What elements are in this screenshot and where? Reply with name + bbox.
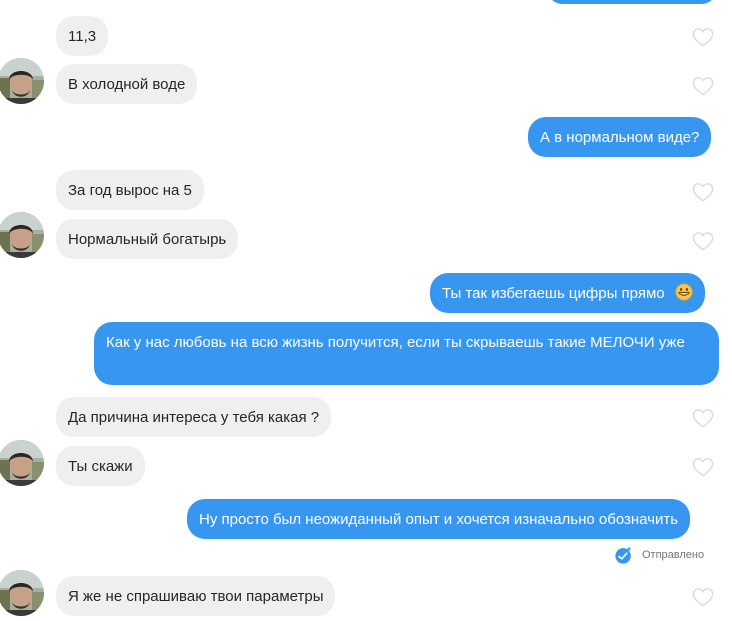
contact-avatar[interactable] — [0, 440, 44, 486]
status-label: Отправлено — [642, 549, 705, 561]
message-text: Да причина интереса у тебя какая ? — [68, 409, 320, 426]
heart-icon[interactable] — [692, 408, 714, 428]
message-text: Нормальный богатырь — [68, 231, 227, 248]
heart-icon[interactable] — [692, 457, 714, 477]
message-bubble-incoming[interactable]: Я же не спрашиваю твои параметры — [56, 576, 336, 616]
heart-icon[interactable] — [692, 587, 714, 607]
heart-icon[interactable] — [692, 182, 714, 202]
previous-message-bubble[interactable] — [546, 0, 718, 4]
message-text: В холодной воде — [68, 76, 186, 93]
message-text: Как у нас любовь на всю жизнь получится,… — [106, 334, 685, 351]
chat-thread: 11,3 В холодной воде А в нормальном виде… — [0, 0, 732, 621]
message-text: 11,3 — [68, 28, 97, 45]
message-bubble-incoming[interactable]: 11,3 — [56, 16, 109, 56]
message-text: За год вырос на 5 — [68, 182, 192, 199]
sent-check-icon — [615, 546, 632, 564]
message-text: Ну просто был неожиданный опыт и хочется… — [199, 511, 679, 528]
message-bubble-incoming[interactable]: За год вырос на 5 — [56, 170, 204, 210]
message-bubble-outgoing[interactable]: А в нормальном виде? — [528, 117, 712, 157]
contact-avatar[interactable] — [0, 570, 44, 616]
message-text: Я же не спрашиваю твои параметры — [68, 588, 324, 605]
message-bubble-incoming[interactable]: Да причина интереса у тебя какая ? — [56, 397, 332, 437]
contact-avatar[interactable] — [0, 58, 44, 104]
heart-icon[interactable] — [692, 231, 714, 251]
contact-avatar[interactable] — [0, 212, 44, 258]
message-bubble-incoming[interactable]: Ты скажи — [56, 446, 145, 486]
message-bubble-outgoing[interactable]: Ты так избегаешь цифры прямо — [430, 273, 705, 313]
message-bubble-outgoing[interactable]: Ну просто был неожиданный опыт и хочется… — [187, 499, 691, 539]
heart-icon[interactable] — [692, 76, 714, 96]
grinning-face-emoji — [675, 283, 693, 301]
heart-icon[interactable] — [692, 27, 714, 47]
message-text: А в нормальном виде? — [540, 129, 700, 146]
message-bubble-incoming[interactable]: Нормальный богатырь — [56, 219, 239, 259]
message-text: Ты так избегаешь цифры прямо — [442, 285, 665, 302]
message-bubble-incoming[interactable]: В холодной воде — [56, 64, 198, 104]
sent-status: Отправлено — [614, 545, 704, 565]
message-bubble-outgoing[interactable]: Как у нас любовь на всю жизнь получится,… — [94, 322, 719, 385]
message-text: Ты скажи — [68, 458, 133, 475]
